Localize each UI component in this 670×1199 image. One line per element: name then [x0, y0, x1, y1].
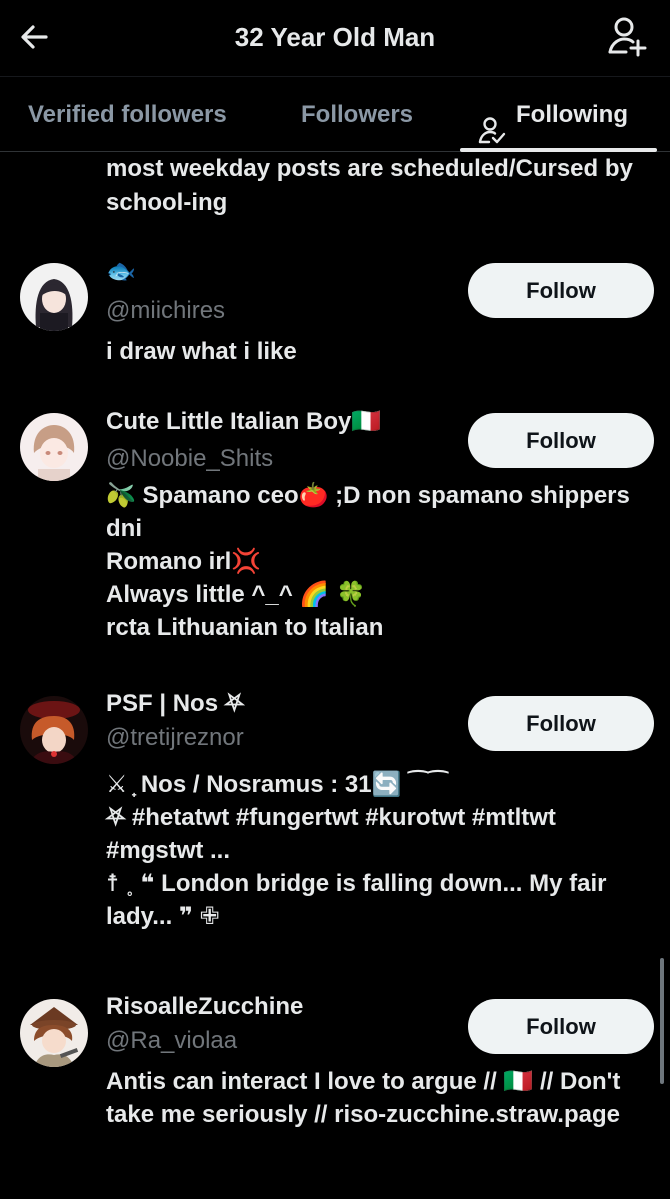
scrollbar[interactable] [660, 958, 664, 1084]
user-name[interactable]: PSF | Nos ⛧ [106, 690, 244, 718]
add-user-icon[interactable] [608, 16, 648, 58]
user-name[interactable]: RisoalleZucchine [106, 993, 303, 1021]
avatar[interactable] [20, 696, 88, 764]
follow-button[interactable]: Follow [468, 263, 654, 318]
top-bar: 32 Year Old Man [0, 0, 670, 76]
avatar[interactable] [20, 263, 88, 331]
user-handle[interactable]: @miichires [106, 297, 225, 325]
following-list[interactable]: most weekday posts are scheduled/Cursed … [0, 152, 670, 1199]
user-bio: i draw what i like [106, 338, 297, 365]
page-title: 32 Year Old Man [234, 22, 436, 52]
user-name[interactable]: Cute Little Italian Boy🇮🇹 [106, 407, 381, 436]
tab-bar: Verified followers Followers Following [0, 76, 670, 152]
user-handle[interactable]: @Ra_violaa [106, 1027, 237, 1055]
tab-followers[interactable]: Followers [301, 77, 413, 152]
avatar[interactable] [20, 413, 88, 481]
tab-label: Followers [301, 101, 414, 128]
user-name[interactable]: 🐟 [106, 257, 136, 286]
user-bio: Antis can interact I love to argue // 🇮🇹… [106, 1068, 621, 1128]
user-bio: 🫒 Spamano ceo🍅 ;D non spamano shippers d… [106, 482, 630, 641]
tab-following[interactable]: Following [478, 77, 628, 152]
person-check-icon [478, 100, 506, 143]
avatar[interactable] [20, 999, 88, 1067]
tab-label: Verified followers [28, 101, 227, 128]
user-bio: most weekday posts are scheduled/Cursed … [106, 155, 633, 216]
follow-button[interactable]: Follow [468, 696, 654, 751]
user-handle[interactable]: @Noobie_Shits [106, 445, 273, 473]
user-bio: ⚔︎ ̟ Nos / Nosramus : 31🔄 ⁀⁀ ⛧ #hetatwt … [106, 771, 607, 930]
follow-button[interactable]: Follow [468, 413, 654, 468]
tab-verified-followers[interactable]: Verified followers [28, 77, 227, 152]
tab-label: Following [516, 101, 628, 128]
follow-button[interactable]: Follow [468, 999, 654, 1054]
user-handle[interactable]: @tretijreznor [106, 724, 244, 752]
